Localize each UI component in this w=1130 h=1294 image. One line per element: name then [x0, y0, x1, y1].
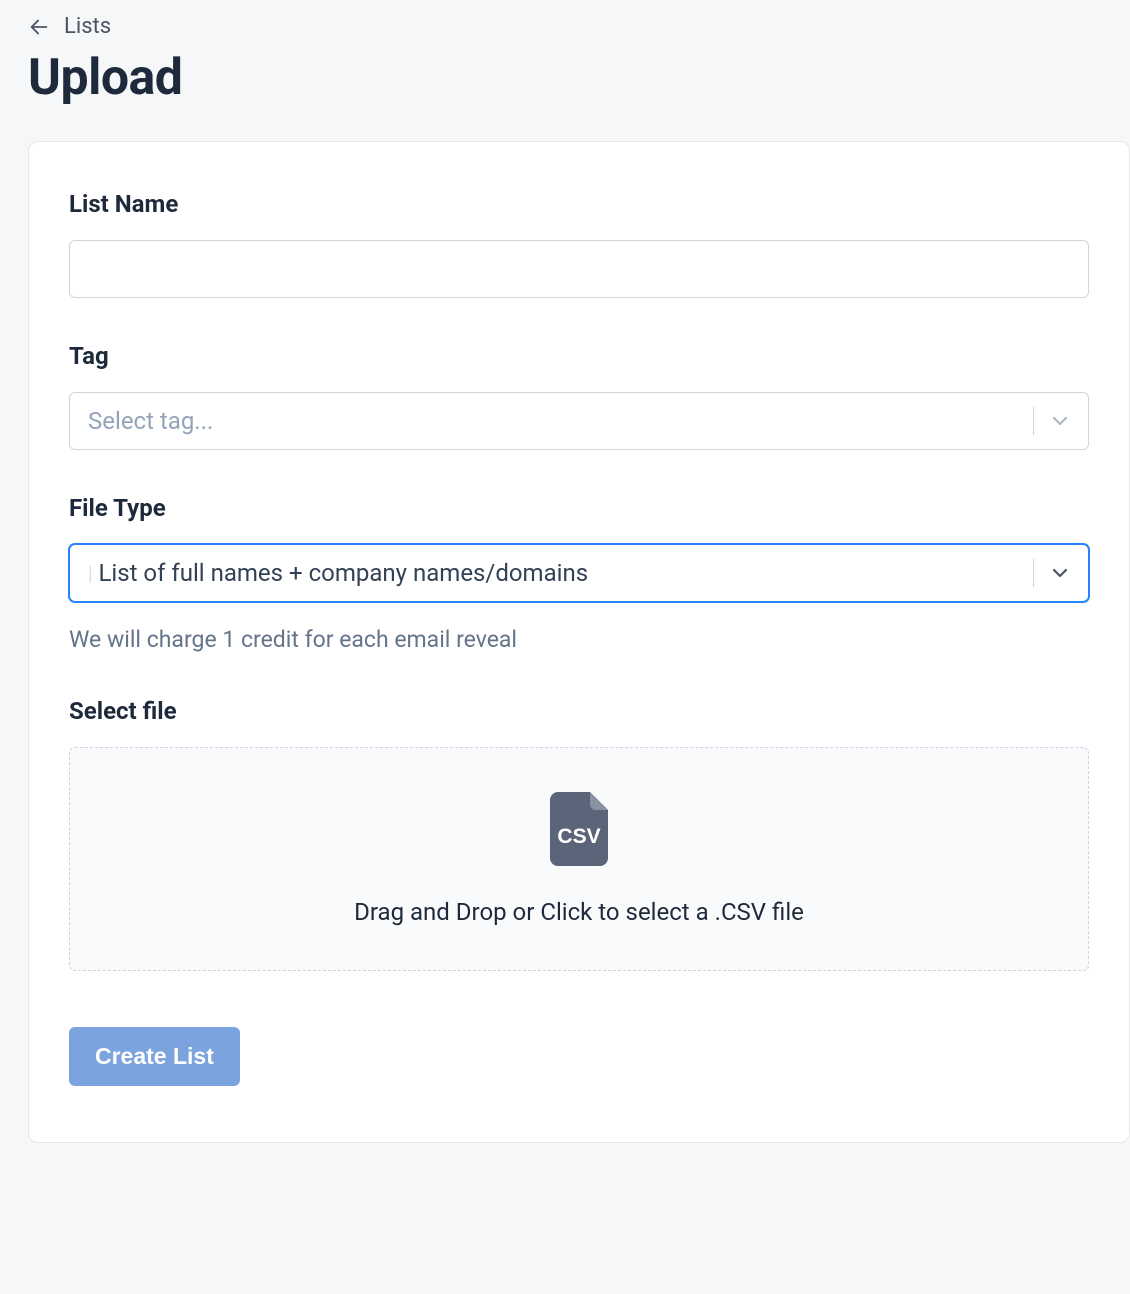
chevron-down-icon[interactable]	[1048, 561, 1072, 585]
input-caret: |	[88, 561, 92, 585]
select-indicators	[1033, 393, 1088, 449]
submit-row: Create List	[69, 1027, 1089, 1086]
tag-select-placeholder: Select tag...	[88, 407, 213, 435]
file-type-selected-value: List of full names + company names/domai…	[98, 559, 588, 587]
select-separator	[1033, 407, 1034, 435]
csv-file-icon: CSV	[550, 792, 608, 866]
file-type-label: File Type	[69, 494, 1089, 522]
select-indicators	[1033, 545, 1088, 601]
list-name-input[interactable]	[69, 240, 1089, 298]
file-type-select[interactable]: | List of full names + company names/dom…	[69, 544, 1089, 602]
upload-card: List Name Tag Select tag...	[28, 141, 1130, 1143]
breadcrumb[interactable]: Lists	[0, 0, 1130, 39]
chevron-down-icon[interactable]	[1048, 409, 1072, 433]
file-dropzone[interactable]: CSV Drag and Drop or Click to select a .…	[69, 747, 1089, 971]
file-type-hint: We will charge 1 credit for each email r…	[69, 626, 1089, 653]
tag-select[interactable]: Select tag...	[69, 392, 1089, 450]
select-file-label: Select file	[69, 697, 1089, 725]
form-group-file-type: File Type | List of full names + company…	[69, 494, 1089, 653]
form-group-select-file: Select file CSV Drag and Drop or Click t…	[69, 697, 1089, 971]
back-arrow-icon[interactable]	[28, 16, 50, 38]
form-group-list-name: List Name	[69, 190, 1089, 298]
tag-label: Tag	[69, 342, 1089, 370]
create-list-button[interactable]: Create List	[69, 1027, 240, 1086]
page-title: Upload	[0, 39, 1130, 141]
dropzone-text: Drag and Drop or Click to select a .CSV …	[354, 898, 804, 926]
form-group-tag: Tag Select tag...	[69, 342, 1089, 450]
breadcrumb-link-lists[interactable]: Lists	[64, 14, 111, 39]
csv-icon-text: CSV	[557, 825, 600, 848]
list-name-label: List Name	[69, 190, 1089, 218]
select-separator	[1033, 559, 1034, 587]
